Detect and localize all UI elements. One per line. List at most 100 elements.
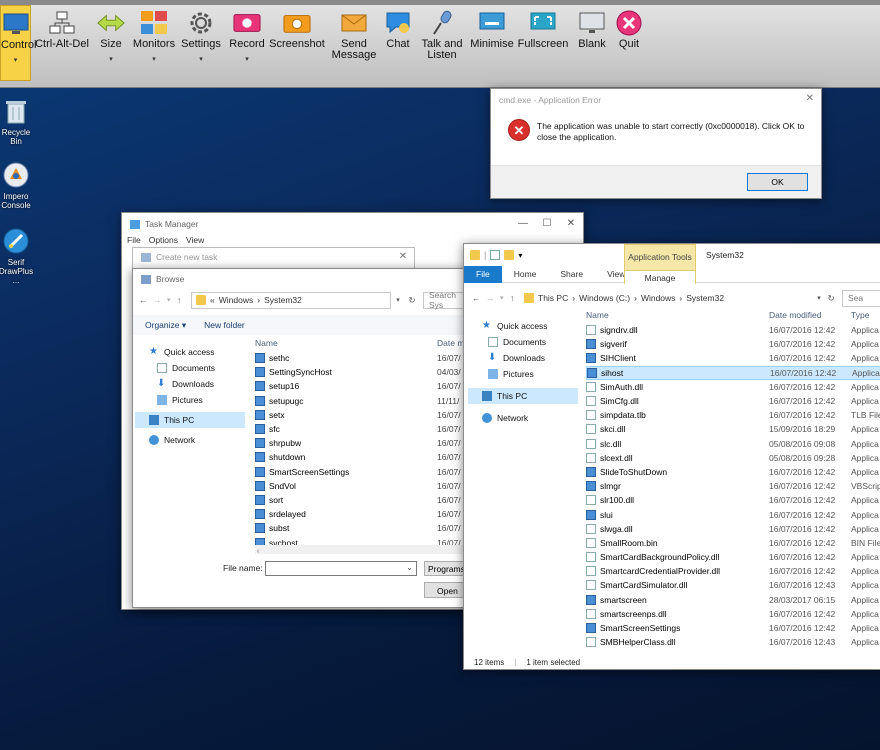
new-folder-button[interactable]: New folder [204,320,245,330]
chevron-down-icon[interactable]: ⌄ [406,563,413,572]
explorer-address-bar[interactable]: This PC › Windows (C:) › Windows › Syste… [524,289,814,307]
column-date[interactable]: Date m [437,338,464,348]
error-dialog-titlebar[interactable]: cmd.exe - Application Error [491,89,821,111]
nav-network[interactable]: Network [149,432,245,448]
file-name-input[interactable]: ⌄ [265,561,417,576]
nav-this-pc[interactable]: This PC [135,412,245,428]
file-row[interactable]: SMBHelperClass.dll 16/07/2016 12:43 Applic… [586,635,880,649]
file-row[interactable]: SlideToShutDown 16/07/2016 12:42 Applica [586,465,880,479]
path-system32[interactable]: System32 [264,295,302,305]
file-row[interactable]: SndVol 16/07/ [255,479,491,493]
file-row[interactable]: slr100.dll 16/07/2016 12:42 Applica [586,493,880,507]
file-row[interactable]: slwga.dll 16/07/2016 12:42 Applica [586,522,880,536]
nav-pictures[interactable]: Pictures [482,366,582,382]
toolbar-talk-and-button[interactable]: Talk and Listen [418,5,466,81]
forward-arrow-icon[interactable]: → [153,295,167,305]
column-name[interactable]: Name [586,310,769,320]
file-row[interactable]: SmallRoom.bin 16/07/2016 12:42 BIN File [586,536,880,550]
toolbar-ctrl-alt-del-button[interactable]: Ctrl-Alt-Del [32,5,92,81]
dropdown-caret-icon[interactable]: ▾ [130,56,178,64]
toolbar-fullscreen-button[interactable]: Fullscreen [516,5,570,81]
forward-arrow-icon[interactable]: → [486,293,500,303]
file-row[interactable]: setupugc 11/11/ [255,394,491,408]
recent-chevron-icon[interactable]: ▾ [167,296,177,304]
toolbar-quit-button[interactable]: Quit [611,5,647,81]
file-row[interactable]: sethc 16/07/ [255,351,491,365]
browse-titlebar[interactable]: Browse [133,269,491,289]
tab-home[interactable]: Home [502,266,549,283]
file-row[interactable]: setup16 16/07/ [255,379,491,393]
file-row[interactable]: SmartcardCredentialProvider.dll 16/07/201… [586,564,880,578]
file-row[interactable]: subst 16/07/ [255,521,491,535]
tab-file[interactable]: File [464,265,502,283]
horizontal-scrollbar[interactable]: ‹ [255,545,483,555]
toolbar-record-button[interactable]: Record ▾ [226,5,268,81]
dropdown-caret-icon[interactable]: ▾ [1,57,30,65]
file-row[interactable]: slc.dll 05/08/2016 09:08 Applica [586,437,880,451]
file-row[interactable]: SmartScreenSettings 16/07/ [255,465,491,479]
file-row[interactable]: skci.dll 15/09/2016 18:29 Applica [586,422,880,436]
file-row[interactable]: SettingSyncHost 04/03/ [255,365,491,379]
desktop-icon-recycle-bin[interactable]: Recycle Bin [0,96,36,146]
dropdown-caret-icon[interactable]: ▾ [226,56,268,64]
minimize-icon[interactable]: — [511,213,535,233]
file-row[interactable]: srdelayed 16/07/ [255,507,491,521]
customize-qat-icon[interactable]: ▾ [518,251,522,260]
back-arrow-icon[interactable]: ← [472,293,486,303]
file-row[interactable]: shutdown 16/07/ [255,450,491,464]
tab-manage[interactable]: Manage [625,270,695,284]
nav-documents[interactable]: Documents [482,334,582,350]
toolbar-minimise-button[interactable]: Minimise [468,5,516,81]
nav-pictures[interactable]: Pictures [149,392,245,408]
properties-icon[interactable] [490,250,501,260]
toolbar-screenshot-button[interactable]: Screenshot [269,5,325,81]
toolbar-send-button[interactable]: Send Message [328,5,380,81]
toolbar-chat-button[interactable]: Chat [381,5,415,81]
close-icon[interactable]: ✕ [399,251,407,262]
path-this-pc[interactable]: This PC [538,293,568,303]
nav-documents[interactable]: Documents [149,360,245,376]
create-new-task-titlebar[interactable]: Create new task [133,248,414,266]
tab-share[interactable]: Share [548,266,595,283]
file-row[interactable]: shrpubw 16/07/ [255,436,491,450]
maximize-icon[interactable]: ☐ [535,213,559,233]
path-windows-c[interactable]: Windows (C:) [579,293,630,303]
toolbar-blank-button[interactable]: Blank [572,5,612,81]
path-windows[interactable]: Windows [641,293,675,303]
path-overflow[interactable]: « [210,295,215,305]
path-windows[interactable]: Windows [219,295,253,305]
nav-quick-access[interactable]: ★ Quick access [149,344,245,360]
desktop-icon-serif-drawplus[interactable]: Serif DrawPlus ... [0,226,36,285]
new-folder-icon[interactable] [504,250,515,260]
refresh-icon[interactable]: ↻ [405,295,419,306]
file-row[interactable]: slmgr 16/07/2016 12:42 VBScrip [586,479,880,493]
close-icon[interactable]: ✕ [559,213,583,233]
refresh-icon[interactable]: ↻ [824,293,838,304]
file-row[interactable]: simpdata.tlb 16/07/2016 12:42 TLB File [586,408,880,422]
organize-button[interactable]: Organize ▾ [145,320,186,331]
file-row[interactable]: setx 16/07/ [255,408,491,422]
address-dropdown-icon[interactable]: ▾ [391,296,405,304]
nav-downloads[interactable]: ⬇ Downloads [149,376,245,392]
file-row[interactable]: sigverif 16/07/2016 12:42 Applica [586,337,880,351]
nav-quick-access[interactable]: ★ Quick access [482,318,582,334]
file-row[interactable]: SmartCardBackgroundPolicy.dll 16/07/2016 … [586,550,880,564]
file-row[interactable]: SIHClient 16/07/2016 12:42 Applica [586,351,880,365]
dropdown-caret-icon[interactable]: ▾ [180,56,222,64]
explorer-search-input[interactable]: Sea [842,289,880,307]
up-arrow-icon[interactable]: ↑ [510,293,524,303]
up-arrow-icon[interactable]: ↑ [177,295,191,305]
toolbar-size-button[interactable]: Size ▾ [95,5,127,81]
close-icon[interactable]: ✕ [806,93,814,104]
path-system32[interactable]: System32 [686,293,724,303]
file-row[interactable]: slcext.dll 05/08/2016 09:28 Applica [586,451,880,465]
file-row[interactable]: SmartCardSimulator.dll 16/07/2016 12:43 Ap… [586,578,880,592]
file-row[interactable]: sihost 16/07/2016 12:42 Applica [586,365,880,380]
column-name[interactable]: Name [255,338,437,348]
file-row[interactable]: smartscreenps.dll 16/07/2016 12:42 Applica [586,607,880,621]
browse-address-bar[interactable]: « Windows › System32 [191,291,391,309]
toolbar-monitors-button[interactable]: Monitors ▾ [130,5,178,81]
nav-this-pc[interactable]: This PC [468,388,578,404]
dropdown-caret-icon[interactable]: ▾ [95,56,127,64]
back-arrow-icon[interactable]: ← [139,295,153,305]
